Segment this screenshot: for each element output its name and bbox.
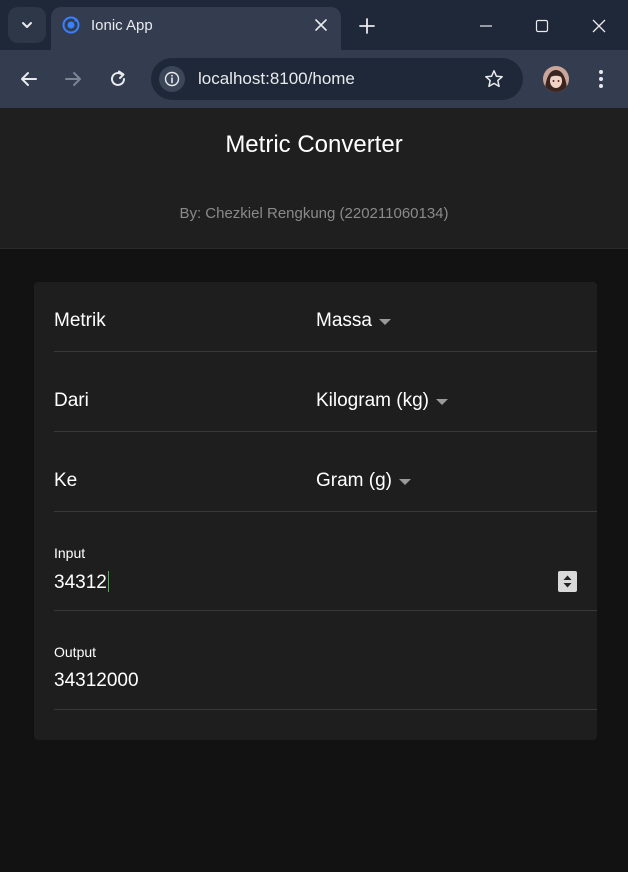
minimize-button[interactable] (472, 12, 500, 40)
metric-value-text: Massa (316, 310, 372, 331)
caret-down-icon (435, 399, 448, 405)
metric-select-value[interactable]: Massa (316, 310, 391, 332)
input-value[interactable]: 34312 (54, 571, 109, 594)
address-bar[interactable]: localhost:8100/home (151, 58, 523, 100)
input-value-text: 34312 (54, 572, 107, 593)
kebab-menu-icon (599, 70, 603, 88)
to-label: Ke (54, 470, 78, 491)
minimize-icon (480, 25, 492, 27)
new-tab-button[interactable] (355, 14, 379, 38)
output-value: 34312000 (54, 670, 139, 691)
input-label: Input (54, 545, 86, 561)
metric-select[interactable]: Metrik Massa (54, 282, 597, 352)
arrow-right-icon (65, 72, 81, 86)
close-window-button[interactable] (585, 12, 613, 40)
input-field[interactable]: Input 34312 (54, 512, 597, 611)
from-label: Dari (54, 390, 89, 411)
forward-button[interactable] (61, 67, 85, 91)
text-cursor (107, 571, 109, 592)
page-title: Metric Converter (225, 131, 403, 158)
tab-title: Ionic App (91, 17, 153, 34)
reload-button[interactable] (106, 67, 130, 91)
converter-card: Metrik Massa Dari Kilogram (kg) Ke Gram … (34, 282, 597, 740)
maximize-icon (535, 19, 549, 33)
to-unit-select[interactable]: Ke Gram (g) (54, 442, 597, 512)
ionic-logo-icon (62, 16, 80, 34)
bookmark-button[interactable] (483, 68, 505, 90)
chevron-down-icon (22, 22, 32, 28)
maximize-button[interactable] (528, 12, 556, 40)
plus-icon (359, 18, 375, 34)
tab-search-button[interactable] (8, 7, 46, 43)
reload-icon (111, 70, 125, 86)
output-label: Output (54, 644, 97, 660)
number-stepper[interactable] (558, 571, 577, 592)
close-icon (315, 19, 327, 31)
site-info-button[interactable] (159, 66, 185, 92)
from-value-text: Kilogram (kg) (316, 390, 429, 411)
to-value-text: Gram (g) (316, 470, 392, 491)
output-field: Output 34312000 (54, 611, 597, 710)
url-text: localhost:8100/home (198, 69, 355, 88)
caret-down-icon (399, 479, 411, 485)
metric-label: Metrik (54, 310, 106, 331)
browser-tab-bar: Ionic App (0, 0, 628, 50)
from-unit-select[interactable]: Dari Kilogram (kg) (54, 362, 597, 432)
browser-tab[interactable]: Ionic App (51, 7, 341, 50)
stepper-arrows-icon (563, 575, 572, 588)
app-header: Metric Converter By: Chezkiel Rengkung (… (0, 108, 628, 249)
browser-menu-button[interactable] (592, 67, 610, 91)
star-icon (485, 70, 503, 88)
from-select-value[interactable]: Kilogram (kg) (316, 390, 448, 412)
avatar[interactable] (543, 66, 569, 92)
profile-avatar-icon (543, 66, 569, 92)
page-subtitle: By: Chezkiel Rengkung (220211060134) (179, 205, 449, 222)
info-icon (164, 71, 180, 87)
to-select-value[interactable]: Gram (g) (316, 470, 411, 492)
close-icon (592, 19, 606, 33)
caret-down-icon (378, 319, 391, 325)
tab-close-button[interactable] (311, 15, 331, 35)
browser-toolbar: localhost:8100/home (0, 50, 628, 108)
arrow-left-icon (21, 72, 37, 86)
back-button[interactable] (17, 67, 41, 91)
